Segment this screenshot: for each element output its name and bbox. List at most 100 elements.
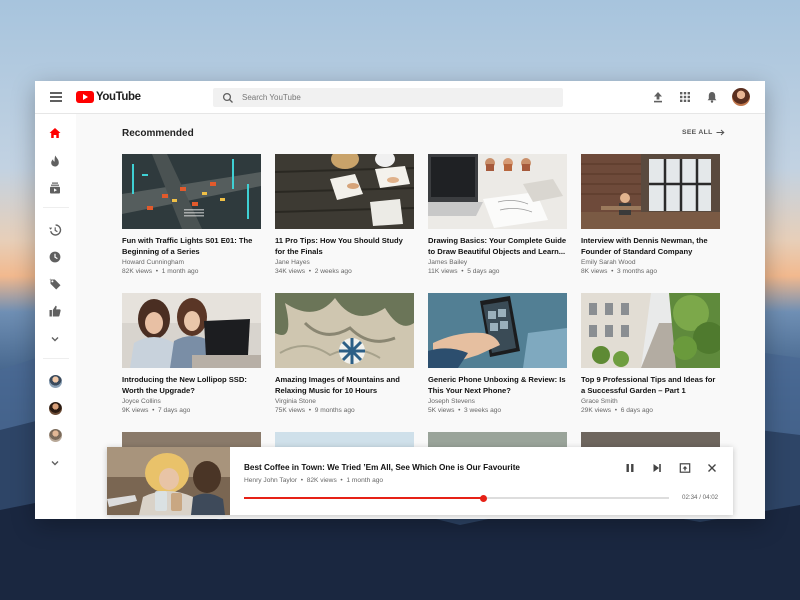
video-title[interactable]: Drawing Basics: Your Complete Guide to D… [428,235,567,257]
meta-separator: • [340,477,343,484]
video-card[interactable]: Interview with Dennis Newman, the Founde… [581,154,720,275]
upload-icon[interactable] [651,90,665,104]
video-thumbnail[interactable] [581,293,720,368]
video-thumbnail[interactable] [428,154,567,229]
video-author[interactable]: Howard Cunningham [122,259,261,266]
expand-player-icon[interactable] [679,462,691,474]
sidebar-divider [43,358,69,359]
play-logo-icon [76,91,94,103]
home-icon[interactable] [48,126,62,140]
video-card[interactable]: Introducing the New Lollipop SSD: Worth … [122,293,261,414]
meta-separator: • [611,268,614,275]
see-all-label: SEE ALL [682,129,713,136]
video-meta: 34K views • 2 weeks ago [275,268,414,275]
mini-player-time: 02:34 / 04:02 [682,494,719,501]
video-age: 1 month ago [161,268,199,275]
search-bar[interactable] [213,88,563,107]
video-age: 7 days ago [158,407,191,414]
video-views: 29K views [581,407,612,414]
video-age: 5 days ago [467,268,500,275]
search-input[interactable] [242,93,542,102]
mini-player-age: 1 month ago [346,477,384,484]
search-icon[interactable] [222,92,234,104]
progress-fill [244,497,484,499]
video-card[interactable]: Amazing Images of Mountains and Relaxing… [275,293,414,414]
video-age: 3 months ago [617,268,658,275]
video-views: 34K views [275,268,306,275]
chevron-down-icon[interactable] [48,456,62,470]
meta-separator: • [308,268,312,275]
video-meta: 82K views • 1 month ago [122,268,261,275]
video-author[interactable]: Joyce Collins [122,398,261,405]
video-views: 75K views [275,407,306,414]
video-age: 9 months ago [314,407,355,414]
video-card[interactable]: Generic Phone Unboxing & Review: Is This… [428,293,567,414]
video-meta: 75K views • 9 months ago [275,407,414,414]
video-card[interactable]: 11 Pro Tips: How You Should Study for th… [275,154,414,275]
next-icon[interactable] [651,462,663,474]
mini-player-title[interactable]: Best Coffee in Town: We Tried ’Em All, S… [244,463,520,472]
video-author[interactable]: Grace Smith [581,398,720,405]
video-title[interactable]: Amazing Images of Mountains and Relaxing… [275,374,414,396]
video-title[interactable]: Top 9 Professional Tips and Ideas for a … [581,374,720,396]
channel-avatar-2[interactable] [49,402,62,415]
close-icon[interactable] [706,462,718,474]
video-author[interactable]: Virginia Stone [275,398,414,405]
video-meta: 11K views • 5 days ago [428,268,567,275]
thumbs-up-icon[interactable] [48,304,62,318]
video-title[interactable]: Introducing the New Lollipop SSD: Worth … [122,374,261,396]
video-title[interactable]: Generic Phone Unboxing & Review: Is This… [428,374,567,396]
section-title: Recommended [122,128,194,139]
video-thumbnail[interactable] [122,154,261,229]
top-bar: YouTube [35,81,765,114]
video-author[interactable]: Jane Hayes [275,259,414,266]
history-icon[interactable] [48,223,62,237]
hamburger-menu-icon[interactable] [50,92,62,102]
sidebar-divider [43,207,69,208]
mini-player-meta: Henry John Taylor • 82K views • 1 month … [244,477,383,484]
logo-text: YouTube [96,91,141,103]
video-views: 11K views [428,268,458,275]
video-meta: 8K views • 3 months ago [581,268,720,275]
video-author[interactable]: James Bailey [428,259,567,266]
video-thumbnail[interactable] [428,293,567,368]
pause-icon[interactable] [624,462,636,474]
see-all-link[interactable]: SEE ALL [682,129,725,136]
video-card[interactable]: Top 9 Professional Tips and Ideas for a … [581,293,720,414]
video-thumbnail[interactable] [275,293,414,368]
video-card[interactable]: Fun with Traffic Lights S01 E01: The Beg… [122,154,261,275]
mini-player-author[interactable]: Henry John Taylor [244,477,297,484]
video-age: 3 weeks ago [464,407,502,414]
meta-separator: • [458,407,461,414]
video-author[interactable]: Emily Sarah Wood [581,259,720,266]
video-thumbnail[interactable] [122,293,261,368]
mini-player-progress-bar[interactable] [244,494,669,502]
video-author[interactable]: Joseph Stevens [428,398,567,405]
video-title[interactable]: 11 Pro Tips: How You Should Study for th… [275,235,414,257]
channel-avatar-3[interactable] [49,429,62,442]
video-thumbnail[interactable] [275,154,414,229]
video-meta: 29K views • 6 days ago [581,407,720,414]
youtube-logo[interactable]: YouTube [76,90,141,104]
bell-icon[interactable] [705,90,719,104]
chevron-down-icon[interactable] [48,332,62,346]
video-title[interactable]: Interview with Dennis Newman, the Founde… [581,235,720,257]
account-avatar[interactable] [732,88,750,106]
mini-player: Best Coffee in Town: We Tried ’Em All, S… [107,447,733,515]
apps-grid-icon[interactable] [678,90,692,104]
arrow-right-icon [716,129,725,136]
browser-window: YouTube Search YouTube Recommended SEE A… [35,81,765,519]
subscriptions-icon[interactable] [48,181,62,195]
meta-separator: • [308,407,312,414]
trending-icon[interactable] [48,154,62,168]
video-age: 2 weeks ago [314,268,352,275]
mini-player-video[interactable] [107,447,230,515]
tag-icon[interactable] [48,277,62,291]
progress-scrubber[interactable] [480,494,488,502]
video-meta: 9K views • 7 days ago [122,407,261,414]
channel-avatar-1[interactable] [49,375,62,388]
video-card[interactable]: Drawing Basics: Your Complete Guide to D… [428,154,567,275]
watch-later-icon[interactable] [48,250,62,264]
video-thumbnail[interactable] [581,154,720,229]
video-title[interactable]: Fun with Traffic Lights S01 E01: The Beg… [122,235,261,257]
